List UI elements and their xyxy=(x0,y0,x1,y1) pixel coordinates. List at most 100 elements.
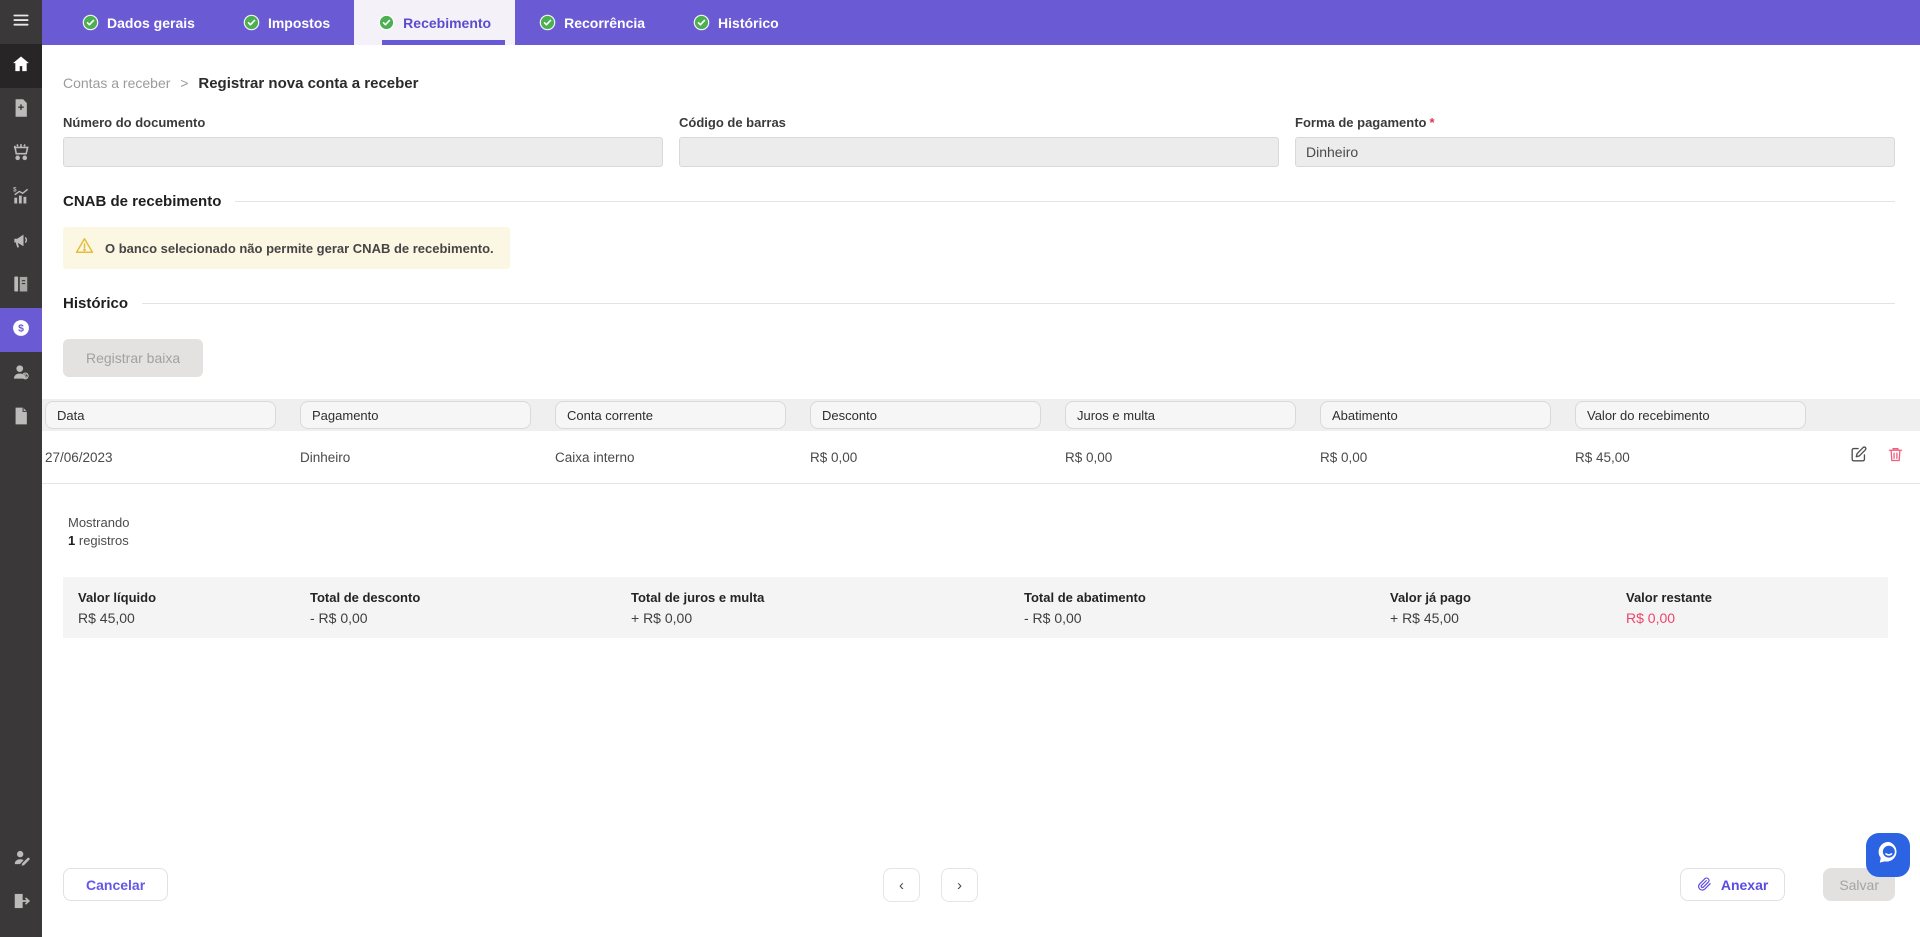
sidebar-item-shopping-cart[interactable] xyxy=(0,132,42,176)
warning-text: O banco selecionado não permite gerar CN… xyxy=(105,241,494,256)
table-row: 27/06/2023 Dinheiro Caixa interno R$ 0,0… xyxy=(42,431,1920,484)
paperclip-icon xyxy=(1697,876,1712,894)
column-header-juros-multa[interactable]: Juros e multa xyxy=(1065,401,1296,429)
sidebar-item-home[interactable] xyxy=(0,44,42,88)
check-circle-icon xyxy=(693,14,710,31)
cell-desconto: R$ 0,00 xyxy=(810,450,1065,465)
megaphone-icon xyxy=(11,230,31,255)
app-root: $ $ $ xyxy=(0,0,1920,937)
sidebar-item-files[interactable] xyxy=(0,264,42,308)
cnab-section-title: CNAB de recebimento xyxy=(63,193,221,210)
sidebar-item-sales-chart[interactable]: $ xyxy=(0,176,42,220)
cancel-button[interactable]: Cancelar xyxy=(63,868,168,901)
records-count-suffix: registros xyxy=(79,533,129,548)
field-label: Forma de pagamento* xyxy=(1295,115,1895,130)
sidebar-item-new-document[interactable] xyxy=(0,88,42,132)
cnab-section: CNAB de recebimento O banco selecionado … xyxy=(63,193,1895,269)
logout-icon xyxy=(11,891,31,916)
sidebar-item-logout[interactable] xyxy=(0,881,42,925)
file-plus-icon xyxy=(11,98,31,123)
summary-valor-liquido: Valor líquido R$ 45,00 xyxy=(78,590,310,626)
page-title: Registrar nova conta a receber xyxy=(198,75,418,92)
svg-text:$: $ xyxy=(18,323,24,334)
section-divider xyxy=(235,201,1895,202)
breadcrumb-parent[interactable]: Contas a receber xyxy=(63,75,170,91)
tab-label: Impostos xyxy=(268,15,330,31)
sidebar-item-document[interactable] xyxy=(0,396,42,440)
person-edit-icon xyxy=(11,847,31,872)
hamburger-menu-button[interactable] xyxy=(0,0,42,44)
chat-widget-button[interactable] xyxy=(1866,833,1910,877)
tab-impostos[interactable]: Impostos xyxy=(219,0,354,45)
dollar-circle-icon: $ xyxy=(11,318,31,343)
sidebar-item-profile[interactable] xyxy=(0,837,42,881)
sidebar: $ $ $ xyxy=(0,0,42,937)
recebimentos-table: Data Pagamento Conta corrente Desconto J… xyxy=(42,399,1920,484)
summary-total-juros-multa: Total de juros e multa + R$ 0,00 xyxy=(631,590,1024,626)
payment-form-row: Número do documento Código de barras For… xyxy=(42,92,1920,167)
svg-text:$: $ xyxy=(13,186,17,193)
field-label: Código de barras xyxy=(679,115,1279,130)
hamburger-icon xyxy=(11,10,31,35)
tab-label: Histórico xyxy=(718,15,779,31)
next-page-button[interactable]: › xyxy=(941,868,978,902)
breadcrumb: Contas a receber > Registrar nova conta … xyxy=(42,45,1920,92)
delete-row-icon[interactable] xyxy=(1887,446,1904,468)
summary-total-abatimento: Total de abatimento - R$ 0,00 xyxy=(1024,590,1390,626)
column-header-pagamento[interactable]: Pagamento xyxy=(300,401,531,429)
row-actions xyxy=(1830,445,1920,469)
cnab-warning-banner: O banco selecionado não permite gerar CN… xyxy=(63,227,510,269)
cell-valor-recebimento: R$ 45,00 xyxy=(1575,450,1830,465)
field-codigo-barras: Código de barras xyxy=(679,115,1279,167)
payment-method-input[interactable] xyxy=(1295,137,1895,167)
cart-icon xyxy=(11,142,31,167)
cell-juros-multa: R$ 0,00 xyxy=(1065,450,1320,465)
column-header-data[interactable]: Data xyxy=(45,401,276,429)
footer-actions: Cancelar ‹ › Anexar Salvar xyxy=(63,868,1895,902)
sidebar-item-customer-dollar[interactable]: $ xyxy=(0,352,42,396)
summary-total-desconto: Total de desconto - R$ 0,00 xyxy=(310,590,631,626)
check-circle-icon xyxy=(378,14,395,31)
chat-bubble-icon xyxy=(1875,839,1902,871)
sidebar-item-megaphone[interactable] xyxy=(0,220,42,264)
document-icon xyxy=(11,406,31,431)
records-count: Mostrando 1 registros xyxy=(68,514,1920,550)
svg-text:$: $ xyxy=(24,373,27,379)
records-count-word: Mostrando xyxy=(68,514,1920,532)
column-header-desconto[interactable]: Desconto xyxy=(810,401,1041,429)
files-icon xyxy=(11,274,31,299)
column-header-abatimento[interactable]: Abatimento xyxy=(1320,401,1551,429)
tab-historico[interactable]: Histórico xyxy=(669,0,803,45)
pagination: ‹ › xyxy=(883,868,978,902)
summary-valor-restante: Valor restante R$ 0,00 xyxy=(1626,590,1888,626)
required-asterisk: * xyxy=(1429,115,1434,130)
cell-pagamento: Dinheiro xyxy=(300,450,555,465)
document-number-input[interactable] xyxy=(63,137,663,167)
barcode-input[interactable] xyxy=(679,137,1279,167)
historico-section-title: Histórico xyxy=(63,295,128,312)
tab-recebimento[interactable]: Recebimento xyxy=(354,0,515,45)
edit-row-icon[interactable] xyxy=(1849,445,1868,469)
check-circle-icon xyxy=(243,14,260,31)
cell-abatimento: R$ 0,00 xyxy=(1320,450,1575,465)
wizard-tab-bar: Dados gerais Impostos Recebimento Recorr… xyxy=(42,0,1920,45)
field-forma-pagamento: Forma de pagamento* xyxy=(1295,115,1895,167)
attach-button[interactable]: Anexar xyxy=(1680,868,1785,901)
historico-section: Histórico Registrar baixa xyxy=(63,295,1895,377)
tab-label: Recorrência xyxy=(564,15,645,31)
tab-dados-gerais[interactable]: Dados gerais xyxy=(58,0,219,45)
column-header-conta-corrente[interactable]: Conta corrente xyxy=(555,401,786,429)
totals-summary-bar: Valor líquido R$ 45,00 Total de desconto… xyxy=(63,577,1888,638)
breadcrumb-separator: > xyxy=(180,75,188,91)
warning-triangle-icon xyxy=(75,236,94,260)
registrar-baixa-button[interactable]: Registrar baixa xyxy=(63,339,203,377)
cell-data: 27/06/2023 xyxy=(45,450,300,465)
sidebar-item-financial[interactable]: $ xyxy=(0,308,42,352)
summary-valor-ja-pago: Valor já pago + R$ 45,00 xyxy=(1390,590,1626,626)
field-label: Número do documento xyxy=(63,115,663,130)
column-header-valor-recebimento[interactable]: Valor do recebimento xyxy=(1575,401,1806,429)
tab-recorrencia[interactable]: Recorrência xyxy=(515,0,669,45)
prev-page-button[interactable]: ‹ xyxy=(883,868,920,902)
check-circle-icon xyxy=(539,14,556,31)
person-dollar-icon: $ xyxy=(11,362,31,387)
